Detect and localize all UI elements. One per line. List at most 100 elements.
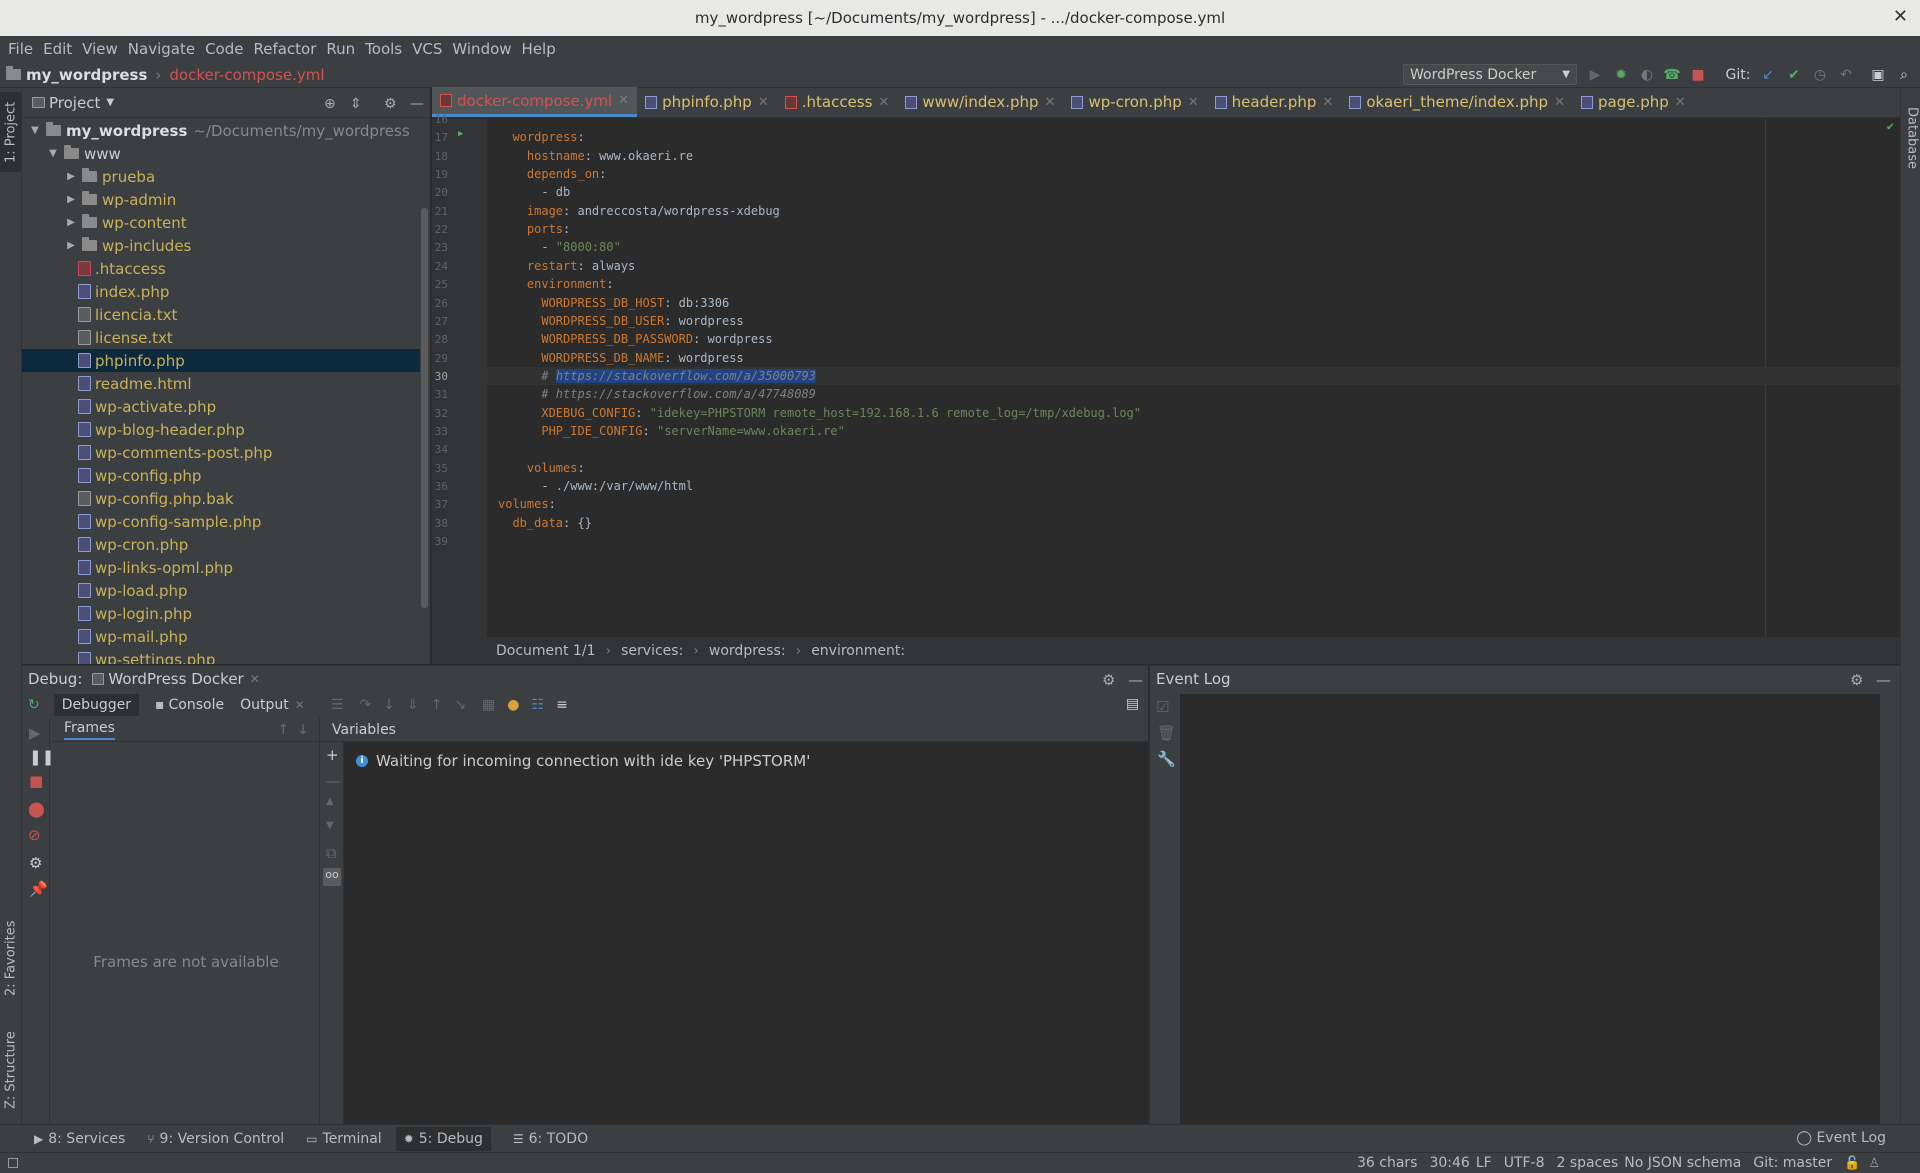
tree-item[interactable]: wp-comments-post.php — [22, 441, 420, 464]
close-tab-icon[interactable]: ✕ — [878, 95, 889, 110]
collapse-all-icon[interactable]: ⇕ — [350, 96, 362, 112]
breadcrumb-document[interactable]: Document 1/1 — [496, 643, 596, 659]
run-icon[interactable]: ▶ — [1587, 67, 1603, 83]
close-tab-icon[interactable]: ✕ — [1322, 95, 1333, 110]
copy-icon[interactable]: ⧉ — [326, 844, 337, 862]
collapsed-arrow-icon[interactable]: ▶ — [64, 194, 78, 205]
status-git-branch[interactable]: Git: master — [1753, 1155, 1832, 1171]
expanded-arrow-icon[interactable]: ▼ — [28, 125, 42, 136]
evaluate-icon[interactable]: ▦ — [482, 697, 495, 713]
tree-item[interactable]: wp-links-opml.php — [22, 556, 420, 579]
tree-item[interactable]: ▶ wp-content — [22, 211, 420, 234]
close-tab-icon[interactable]: ✕ — [1675, 95, 1686, 110]
move-down-icon[interactable]: ▼ — [326, 820, 334, 831]
show-execution-point-icon[interactable]: ☰ — [331, 697, 344, 713]
tree-item[interactable]: wp-settings.php — [22, 648, 420, 664]
breadcrumb-wordpress[interactable]: wordpress: — [709, 643, 786, 659]
gear-icon[interactable]: ⚙ — [1850, 671, 1863, 689]
search-icon[interactable]: ⌕ — [1896, 67, 1912, 83]
editor-tab[interactable]: phpinfo.php ✕ — [637, 87, 777, 117]
breadcrumb-environment[interactable]: environment: — [811, 643, 905, 659]
favorites-tool-tab[interactable]: 2: Favorites — [0, 908, 22, 1008]
menu-view[interactable]: View — [78, 40, 122, 58]
lock-icon[interactable]: 🔓 — [1844, 1156, 1860, 1171]
tree-item[interactable]: wp-load.php — [22, 579, 420, 602]
watches-toggle-icon[interactable]: oo — [323, 868, 341, 886]
frame-up-icon[interactable]: ↑ — [278, 722, 290, 738]
tree-item[interactable]: licencia.txt — [22, 303, 420, 326]
menu-navigate[interactable]: Navigate — [124, 40, 199, 58]
menu-tools[interactable]: Tools — [361, 40, 406, 58]
remove-watch-icon[interactable]: — — [326, 772, 341, 790]
minimize-icon[interactable]: — — [1128, 671, 1143, 689]
pause-icon[interactable]: ❚❚ — [29, 748, 54, 766]
close-session-icon[interactable]: ✕ — [250, 672, 260, 686]
mute-breakpoints-icon[interactable]: ⊘ — [28, 826, 41, 844]
structure-tool-tab[interactable]: Z: Structure — [0, 1020, 22, 1120]
step-out-icon[interactable]: ↑ — [431, 697, 443, 713]
debug-icon[interactable]: ✹ — [1613, 67, 1629, 83]
tree-item[interactable]: wp-activate.php — [22, 395, 420, 418]
close-tab-icon[interactable]: ✕ — [1045, 95, 1056, 110]
breakpoint-icon[interactable]: ● — [507, 697, 519, 713]
tree-item[interactable]: wp-cron.php — [22, 533, 420, 556]
step-over-icon[interactable]: ↷ — [359, 697, 371, 713]
event-log-tool-tab[interactable]: ◯ Event Log — [1796, 1130, 1886, 1146]
git-update-icon[interactable]: ↙ — [1760, 67, 1776, 83]
locate-file-icon[interactable]: ⊕ — [324, 96, 336, 112]
services-tool-tab[interactable]: ▶ 8: Services — [34, 1131, 125, 1147]
nav-crumb-project[interactable]: my_wordpress — [26, 66, 147, 84]
version-control-tool-tab[interactable]: ⑂ 9: Version Control — [147, 1131, 284, 1147]
tree-item[interactable]: ▶ wp-includes — [22, 234, 420, 257]
status-encoding[interactable]: UTF-8 — [1504, 1155, 1545, 1171]
expanded-arrow-icon[interactable]: ▼ — [46, 148, 60, 159]
gear-icon[interactable]: ⚙ — [1102, 671, 1115, 689]
tree-item[interactable]: ▶ wp-admin — [22, 188, 420, 211]
rollback-icon[interactable]: ↶ — [1838, 67, 1854, 83]
nav-crumb-file[interactable]: docker-compose.yml — [169, 66, 324, 84]
layout-icon[interactable]: ▣ — [1870, 67, 1886, 83]
event-log-content[interactable] — [1180, 694, 1880, 1125]
output-tab[interactable]: Output — [240, 697, 289, 713]
run-gutter-icon[interactable]: ▶ — [458, 129, 463, 139]
tree-item[interactable]: phpinfo.php — [22, 349, 420, 372]
editor-tab[interactable]: .htaccess ✕ — [777, 87, 898, 117]
menu-refactor[interactable]: Refactor — [249, 40, 320, 58]
status-json-schema[interactable]: No JSON schema — [1624, 1155, 1741, 1171]
terminal-tool-tab[interactable]: ▭ Terminal — [306, 1131, 382, 1147]
close-window-icon[interactable]: ✕ — [1893, 6, 1908, 27]
status-position[interactable]: 30:46 — [1429, 1155, 1469, 1171]
restore-layout-icon[interactable]: ▤ — [1126, 696, 1139, 712]
chevron-down-icon[interactable]: ▼ — [106, 97, 114, 108]
wrench-icon[interactable]: 🔧 — [1157, 750, 1176, 768]
move-up-icon[interactable]: ▲ — [326, 796, 334, 807]
tree-item[interactable]: wp-blog-header.php — [22, 418, 420, 441]
console-tab[interactable]: Console — [169, 697, 225, 713]
tree-item[interactable]: index.php — [22, 280, 420, 303]
resume-icon[interactable]: ▶ — [29, 724, 41, 742]
history-icon[interactable]: ◷ — [1812, 67, 1828, 83]
database-tool-tab[interactable]: Database — [1901, 98, 1920, 178]
tree-item[interactable]: wp-config-sample.php — [22, 510, 420, 533]
menu-help[interactable]: Help — [518, 40, 560, 58]
close-output-icon[interactable]: ✕ — [295, 698, 305, 712]
tree-item[interactable]: wp-mail.php — [22, 625, 420, 648]
debug-tool-tab[interactable]: ✹ 5: Debug — [395, 1126, 491, 1151]
inspector-icon[interactable]: ♙ — [1868, 1156, 1880, 1171]
stop-icon[interactable]: ■ — [1690, 67, 1706, 83]
close-tab-icon[interactable]: ✕ — [1188, 95, 1199, 110]
settings-list-icon[interactable]: ≡ — [556, 697, 568, 713]
tree-item[interactable]: wp-config.php.bak — [22, 487, 420, 510]
todo-tool-tab[interactable]: ☰ 6: TODO — [513, 1131, 588, 1147]
project-panel-title[interactable]: Project — [49, 94, 100, 112]
tree-item[interactable]: readme.html — [22, 372, 420, 395]
frames-list-icon[interactable]: ☷ — [532, 697, 545, 713]
close-tab-icon[interactable]: ✕ — [618, 93, 629, 108]
run-configuration-select[interactable]: WordPress Docker ▼ — [1403, 64, 1577, 85]
editor-tab[interactable]: okaeri_theme/index.php ✕ — [1341, 87, 1573, 117]
menu-code[interactable]: Code — [201, 40, 247, 58]
mark-read-icon[interactable]: ☑ — [1156, 698, 1169, 716]
listen-debug-icon[interactable]: ☎ — [1663, 67, 1680, 83]
tree-item[interactable]: wp-login.php — [22, 602, 420, 625]
status-line-separator[interactable]: LF — [1476, 1155, 1492, 1171]
